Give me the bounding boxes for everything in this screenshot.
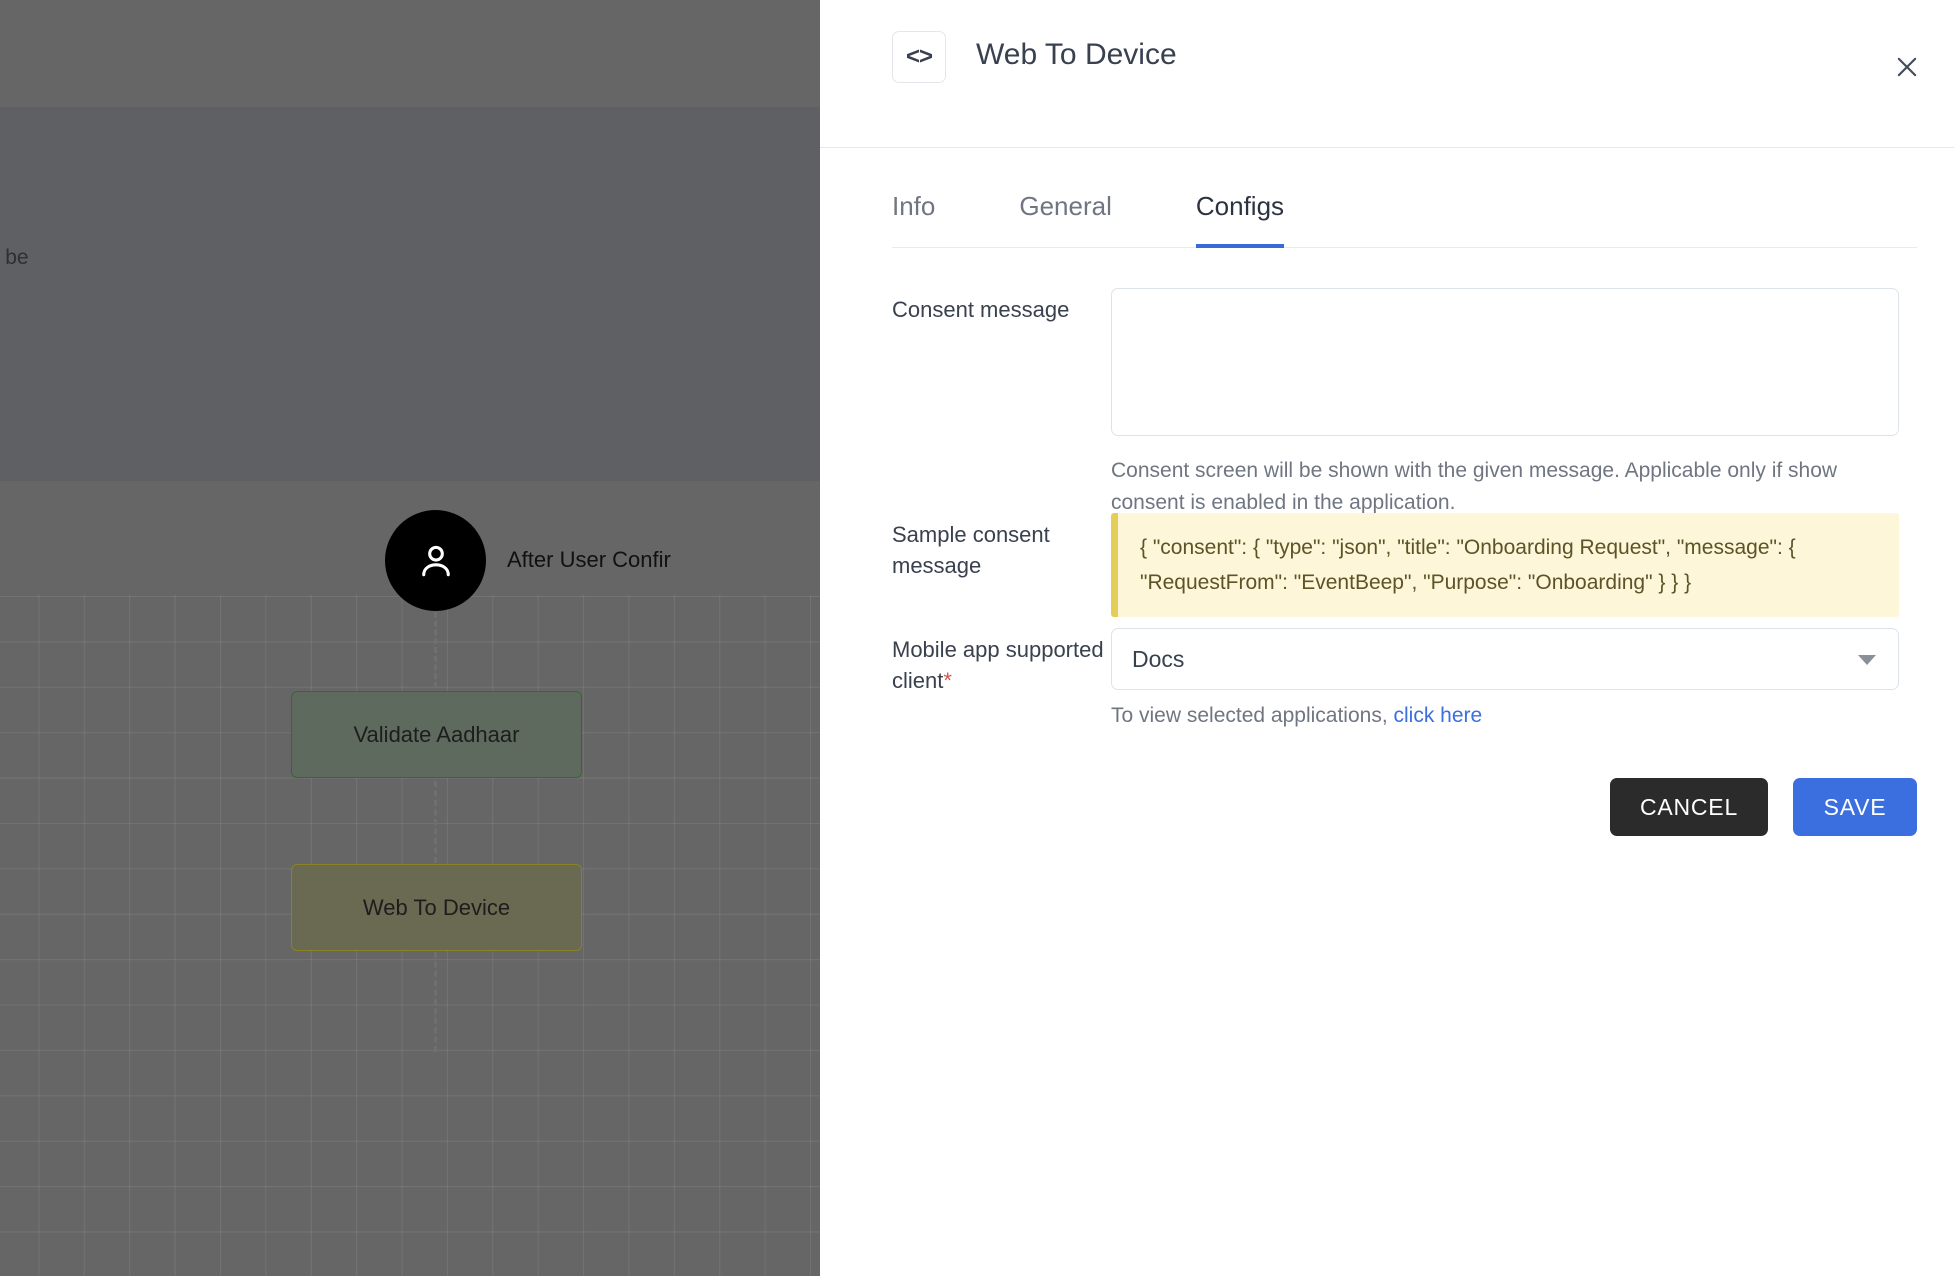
user-node[interactable] (385, 510, 486, 611)
canvas-note-text: an be (0, 246, 29, 269)
flow-node-web-to-device[interactable]: Web To Device (291, 864, 582, 951)
consent-message-label: Consent message (892, 297, 1070, 322)
cancel-button[interactable]: CANCEL (1610, 778, 1768, 836)
chevron-down-icon (1858, 655, 1876, 665)
flow-connector-upper (434, 612, 437, 688)
view-applications-link[interactable]: click here (1394, 704, 1483, 727)
tab-configs[interactable]: Configs (1195, 191, 1285, 248)
required-marker: * (943, 668, 952, 693)
mobile-client-row: Mobile app supported client* Docs To vie… (892, 628, 1917, 728)
code-brackets-icon: <> (892, 31, 946, 83)
flow-connector-lower (434, 781, 437, 863)
mobile-client-help-prefix: To view selected applications, (1111, 704, 1394, 727)
flow-node-validate-aadhaar[interactable]: Validate Aadhaar (291, 691, 582, 778)
tab-general[interactable]: General (1019, 191, 1112, 248)
consent-message-control: Consent screen will be shown with the gi… (1111, 288, 1917, 519)
mobile-client-selected-value: Docs (1132, 645, 1185, 672)
flow-node-label: Validate Aadhaar (353, 721, 520, 747)
mobile-client-control: Docs To view selected applications, clic… (1111, 628, 1917, 728)
mobile-client-help-text: To view selected applications, click her… (1111, 704, 1917, 728)
sample-consent-row: Sample consent message { "consent": { "t… (892, 513, 1917, 617)
panel-title: Web To Device (976, 38, 1177, 71)
edge-label: After User Confir (507, 547, 671, 572)
code-icon-glyph: <> (905, 43, 933, 70)
flow-connector-tail (434, 952, 437, 1052)
user-icon (413, 538, 459, 584)
flow-node-label: Web To Device (362, 894, 511, 920)
flow-canvas[interactable]: an be After User Confir Validate Aadhaar… (0, 0, 820, 1276)
mobile-client-label: Mobile app supported client* (892, 628, 1111, 728)
panel-header: <> Web To Device (820, 0, 1954, 148)
mobile-client-select[interactable]: Docs (1111, 628, 1899, 690)
save-button[interactable]: SAVE (1793, 778, 1917, 836)
mobile-client-label-text: Mobile app supported client (892, 637, 1104, 693)
close-icon[interactable] (1880, 40, 1934, 94)
consent-message-row: Consent message Consent screen will be s… (892, 288, 1917, 519)
sample-consent-control: { "consent": { "type": "json", "title": … (1111, 513, 1917, 617)
tab-info[interactable]: Info (892, 191, 935, 248)
panel-tabs: Info General Configs (892, 172, 1917, 248)
config-side-panel: <> Web To Device Info General Configs Co… (820, 0, 1954, 1276)
panel-actions: CANCEL SAVE (892, 778, 1917, 836)
dimmed-overlay-band (0, 107, 820, 481)
sample-consent-label: Sample consent message (892, 522, 1050, 578)
consent-message-help-text: Consent screen will be shown with the gi… (1111, 459, 1838, 514)
sample-consent-code-block: { "consent": { "type": "json", "title": … (1111, 513, 1899, 617)
consent-message-input[interactable] (1111, 288, 1899, 436)
